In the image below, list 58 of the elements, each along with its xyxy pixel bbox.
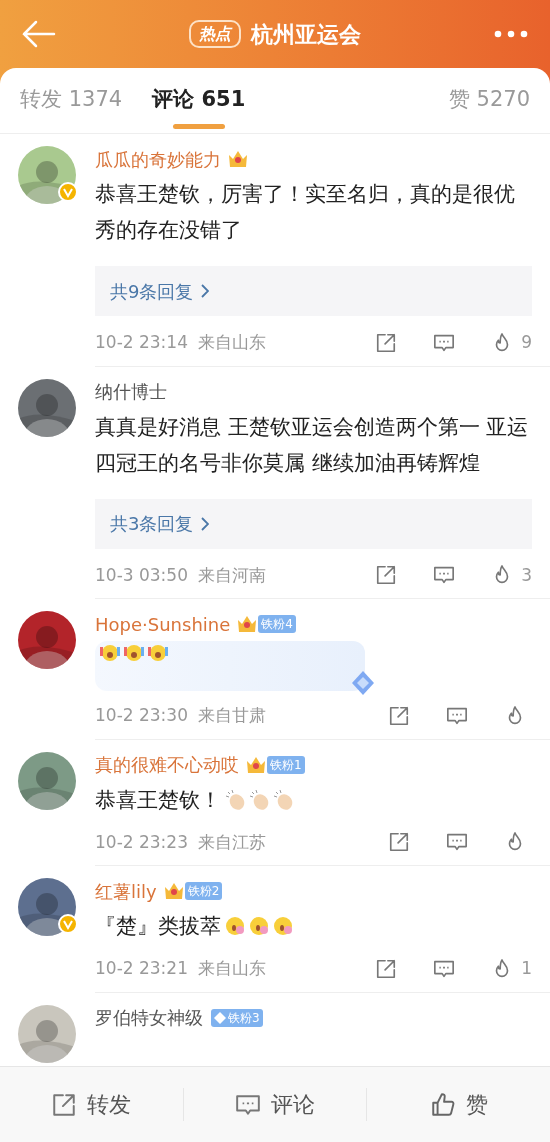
fan-badge: 铁粉3 [211, 1008, 263, 1027]
like-count: 9 [521, 331, 532, 354]
toolbar-action[interactable]: 评论 [182, 1088, 367, 1121]
tab[interactable]: 赞 5270 [448, 67, 530, 133]
back-arrow-icon[interactable] [22, 20, 56, 48]
comment-location: 来自河南 [198, 563, 266, 587]
share-icon[interactable] [375, 957, 398, 980]
comment-location: 来自山东 [198, 331, 266, 354]
comment-time: 10-3 03:50 [95, 563, 188, 587]
comment-location: 来自山东 [198, 957, 266, 980]
comment-location: 来自江苏 [198, 830, 266, 854]
fan-badge: 铁粉4 [258, 615, 296, 633]
toolbar-action[interactable]: 转发 [0, 1088, 183, 1121]
comment-text: 恭喜王楚钦！ [95, 786, 221, 814]
tab[interactable]: 转发 1374 [20, 67, 123, 133]
share-icon[interactable] [375, 331, 398, 354]
clapping-hands-icon [273, 788, 295, 811]
user-name[interactable]: Hope·Sunshine [95, 610, 231, 638]
like-count: 3 [521, 563, 532, 587]
comment-text: 恭喜王楚钦，厉害了！实至名归，真的是很优秀的存在没错了 [95, 181, 516, 244]
comment-location: 来自甘肃 [198, 704, 266, 727]
hot-badge: 热点 [189, 20, 241, 48]
share-icon[interactable] [388, 831, 410, 854]
clapping-hands-icon [225, 788, 247, 811]
crown-icon [227, 149, 249, 169]
clapping-hands-icon [249, 788, 271, 811]
comment-time: 10-2 23:21 [95, 957, 188, 980]
flower-emoji-icon [225, 915, 247, 937]
like-count: 1 [521, 957, 532, 980]
more-icon[interactable] [494, 30, 528, 38]
chevron-right-icon [201, 516, 210, 531]
tab[interactable]: 评论 651 [152, 67, 246, 133]
comment-text: 真真是好消息 王楚钦亚运会创造两个第一 亚运四冠王的名号非你莫属 继续加油再铸辉煌 [95, 413, 530, 477]
comment-text: 『楚』类拔萃 [95, 913, 221, 940]
replies-link[interactable]: 共9条回复 [95, 266, 532, 316]
thumbs-up-icon[interactable] [429, 1091, 456, 1118]
comment-time: 10-2 23:14 [95, 331, 188, 354]
user-name[interactable]: 瓜瓜的奇妙能力 [95, 145, 221, 173]
fan-badge: 铁粉1 [267, 755, 305, 774]
flower-emoji-icon [273, 915, 295, 937]
chevron-right-icon [201, 284, 210, 298]
user-name[interactable]: 罗伯特女神级 [95, 1004, 203, 1031]
share-icon[interactable] [51, 1091, 78, 1118]
comment-time: 10-2 23:30 [95, 704, 188, 727]
user-name[interactable]: 红薯lily [95, 877, 157, 905]
replies-link[interactable]: 共3条回复 [95, 498, 532, 549]
fan-badge: 铁粉2 [184, 882, 223, 900]
crown-icon [236, 614, 259, 634]
flower-emoji-icon [249, 915, 271, 937]
comment-time: 10-2 23:23 [95, 830, 188, 854]
user-name[interactable]: 真的很难不心动哎 [95, 751, 239, 778]
user-name[interactable]: 纳什博士 [95, 378, 167, 405]
share-icon[interactable] [388, 704, 410, 727]
page-title: 杭州亚运会 [251, 20, 361, 49]
crown-icon [162, 881, 185, 901]
diamond-decoration-icon [349, 669, 377, 697]
share-icon[interactable] [375, 564, 398, 587]
toolbar-action[interactable]: 赞 [366, 1088, 550, 1121]
